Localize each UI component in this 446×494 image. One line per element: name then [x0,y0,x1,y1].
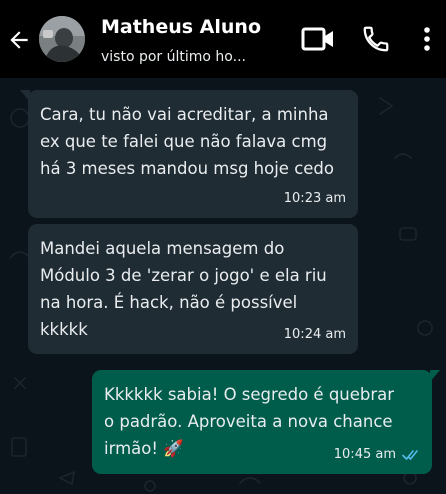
bubble-tail [20,90,30,102]
avatar[interactable] [39,16,85,62]
incoming-message[interactable]: Mandei aquela mensagem do Módulo 3 de 'z… [28,224,358,354]
chat-header: Matheus Aluno visto por último ho... [0,0,446,78]
double-check-read-icon [402,449,418,460]
message-meta: 10:23 am [284,185,346,212]
contact-name[interactable]: Matheus Aluno [101,16,261,38]
incoming-message[interactable]: Cara, tu não vai acreditar, a minha ex q… [20,90,358,218]
outgoing-message[interactable]: Kkkkkk sabia! O segredo é quebrar o padr… [92,370,440,474]
message-time: 10:45 am [333,447,396,462]
message-time: 10:24 am [283,327,346,342]
avatar-photo [39,16,85,62]
message-time: 10:23 am [283,191,346,206]
message-list[interactable]: Cara, tu não vai acreditar, a minha ex q… [0,78,446,494]
more-vertical-icon[interactable] [417,24,437,54]
chat-window: Matheus Aluno visto por último ho... Car… [0,0,446,494]
arrow-left-icon[interactable] [6,27,32,53]
message-meta: 10:24 am [284,321,346,348]
message-text: Cara, tu não vai acreditar, a minha ex q… [40,105,334,178]
video-camera-icon[interactable] [301,26,335,52]
bubble-tail [430,370,440,382]
phone-icon[interactable] [361,24,391,54]
message-meta: 10:45 am [334,441,420,468]
last-seen-status: visto por último ho... [101,49,246,65]
